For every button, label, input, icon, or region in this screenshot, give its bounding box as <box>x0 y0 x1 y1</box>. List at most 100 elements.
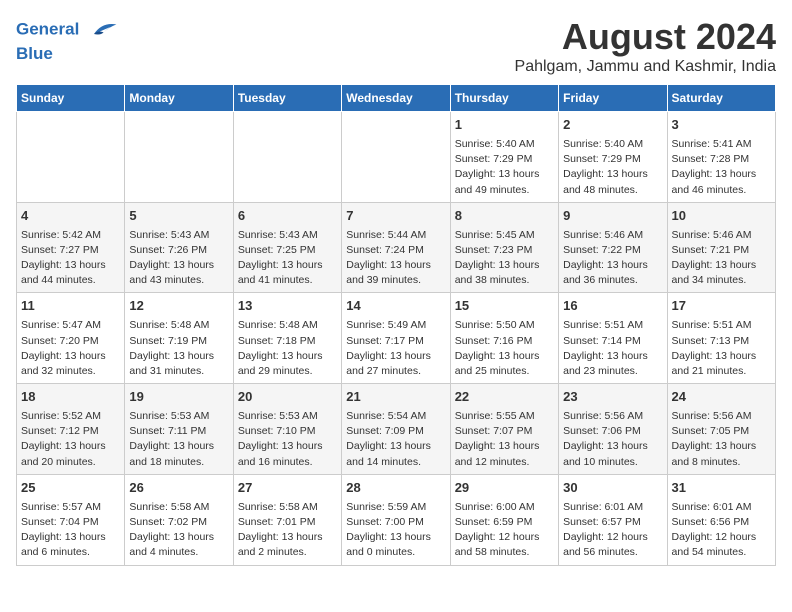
cell-text-line: and 54 minutes. <box>672 545 771 560</box>
cell-text-line: and 41 minutes. <box>238 273 337 288</box>
calendar-cell: 25Sunrise: 5:57 AMSunset: 7:04 PMDayligh… <box>17 474 125 565</box>
calendar-cell: 2Sunrise: 5:40 AMSunset: 7:29 PMDaylight… <box>559 112 667 203</box>
day-number: 12 <box>129 297 228 316</box>
calendar-week-1: 1Sunrise: 5:40 AMSunset: 7:29 PMDaylight… <box>17 112 776 203</box>
day-number: 18 <box>21 388 120 407</box>
cell-text-line: Sunset: 7:13 PM <box>672 334 771 349</box>
calendar-cell: 9Sunrise: 5:46 AMSunset: 7:22 PMDaylight… <box>559 202 667 293</box>
header-tuesday: Tuesday <box>233 85 341 112</box>
cell-text-line: Daylight: 12 hours <box>672 530 771 545</box>
cell-text-line: Daylight: 13 hours <box>672 439 771 454</box>
day-number: 15 <box>455 297 554 316</box>
logo: General Blue <box>16 16 118 64</box>
cell-text-line: Daylight: 13 hours <box>346 439 445 454</box>
cell-text-line: Daylight: 13 hours <box>238 530 337 545</box>
cell-text-line: Sunset: 7:26 PM <box>129 243 228 258</box>
cell-text-line: Sunset: 7:23 PM <box>455 243 554 258</box>
calendar-week-4: 18 Sunrise: 5:52 AMSunset: 7:12 PM Dayligh… <box>17 384 776 475</box>
calendar-cell <box>342 112 450 203</box>
cell-text-line: Sunset: 7:17 PM <box>346 334 445 349</box>
cell-text-line: and 56 minutes. <box>563 545 662 560</box>
cell-text-line: Sunrise: 5:59 AM <box>346 500 445 515</box>
day-number: 20 <box>238 388 337 407</box>
calendar-cell: 17Sunrise: 5:51 AMSunset: 7:13 PMDayligh… <box>667 293 775 384</box>
day-number: 11 <box>21 297 120 316</box>
cell-text-line: Daylight: 13 hours <box>346 530 445 545</box>
cell-text-line: Daylight: 13 hours <box>455 167 554 182</box>
calendar-cell <box>125 112 233 203</box>
cell-text-line: Daylight: 13 hours <box>563 349 662 364</box>
calendar-week-3: 11 Sunrise: 5:47 AMSunset: 7:20 PM Dayligh… <box>17 293 776 384</box>
cell-text-line: Sunrise: 5:48 AM <box>238 318 337 333</box>
calendar-cell: 20Sunrise: 5:53 AMSunset: 7:10 PMDayligh… <box>233 384 341 475</box>
day-number: 24 <box>672 388 771 407</box>
cell-text-line: Daylight: 13 hours <box>672 349 771 364</box>
day-number: 14 <box>346 297 445 316</box>
cell-text-line: and 4 minutes. <box>129 545 228 560</box>
day-number: 8 <box>455 207 554 226</box>
day-number: 13 <box>238 297 337 316</box>
calendar-cell: 10Sunrise: 5:46 AMSunset: 7:21 PMDayligh… <box>667 202 775 293</box>
calendar-cell: 15Sunrise: 5:50 AMSunset: 7:16 PMDayligh… <box>450 293 558 384</box>
cell-text-line: Sunrise: 5:53 AM <box>129 409 228 424</box>
cell-text-line: Daylight: 13 hours <box>455 439 554 454</box>
cell-text-line: and 2 minutes. <box>238 545 337 560</box>
day-number: 16 <box>563 297 662 316</box>
cell-text-line: and 39 minutes. <box>346 273 445 288</box>
cell-text-line: Daylight: 13 hours <box>238 349 337 364</box>
calendar-cell: 14Sunrise: 5:49 AMSunset: 7:17 PMDayligh… <box>342 293 450 384</box>
cell-text-line: Sunset: 7:12 PM <box>21 424 120 439</box>
day-number: 28 <box>346 479 445 498</box>
cell-text-line: Sunrise: 5:49 AM <box>346 318 445 333</box>
calendar-cell: 12Sunrise: 5:48 AMSunset: 7:19 PMDayligh… <box>125 293 233 384</box>
cell-text-line: Daylight: 12 hours <box>563 530 662 545</box>
calendar-cell: 4Sunrise: 5:42 AMSunset: 7:27 PMDaylight… <box>17 202 125 293</box>
cell-text-line: and 31 minutes. <box>129 364 228 379</box>
header-row: Sunday Monday Tuesday Wednesday Thursday… <box>17 85 776 112</box>
calendar-cell: 30Sunrise: 6:01 AMSunset: 6:57 PMDayligh… <box>559 474 667 565</box>
cell-text-line: Sunset: 7:01 PM <box>238 515 337 530</box>
cell-text-line: and 29 minutes. <box>238 364 337 379</box>
header-monday: Monday <box>125 85 233 112</box>
cell-text-line: and 21 minutes. <box>672 364 771 379</box>
cell-text-line: Sunrise: 5:52 AM <box>21 409 120 424</box>
cell-text-line: and 20 minutes. <box>21 455 120 470</box>
cell-text-line: and 38 minutes. <box>455 273 554 288</box>
cell-text-line: Sunset: 7:27 PM <box>21 243 120 258</box>
logo-text-line1: General <box>16 16 118 44</box>
calendar-body: 1Sunrise: 5:40 AMSunset: 7:29 PMDaylight… <box>17 112 776 566</box>
cell-text-line: Daylight: 13 hours <box>672 167 771 182</box>
calendar-week-2: 4Sunrise: 5:42 AMSunset: 7:27 PMDaylight… <box>17 202 776 293</box>
cell-text-line: Sunrise: 5:50 AM <box>455 318 554 333</box>
cell-text-line: Sunset: 7:25 PM <box>238 243 337 258</box>
calendar-cell: 22Sunrise: 5:55 AMSunset: 7:07 PMDayligh… <box>450 384 558 475</box>
cell-text-line: Daylight: 13 hours <box>238 439 337 454</box>
cell-text-line: Daylight: 13 hours <box>21 530 120 545</box>
header-wednesday: Wednesday <box>342 85 450 112</box>
day-number: 23 <box>563 388 662 407</box>
calendar-cell: 19Sunrise: 5:53 AMSunset: 7:11 PMDayligh… <box>125 384 233 475</box>
day-number: 3 <box>672 116 771 135</box>
cell-text-line: Sunset: 7:16 PM <box>455 334 554 349</box>
calendar-cell: 31Sunrise: 6:01 AMSunset: 6:56 PMDayligh… <box>667 474 775 565</box>
cell-text-line: and 16 minutes. <box>238 455 337 470</box>
cell-text-line: Sunrise: 5:45 AM <box>455 228 554 243</box>
calendar-table: Sunday Monday Tuesday Wednesday Thursday… <box>16 84 776 566</box>
header-saturday: Saturday <box>667 85 775 112</box>
cell-text-line: and 34 minutes. <box>672 273 771 288</box>
cell-text-line: Sunrise: 5:47 AM <box>21 318 120 333</box>
cell-text-line: Daylight: 13 hours <box>346 258 445 273</box>
cell-text-line: Sunset: 7:10 PM <box>238 424 337 439</box>
cell-text-line: and 23 minutes. <box>563 364 662 379</box>
day-number: 7 <box>346 207 445 226</box>
cell-text-line: Sunrise: 5:43 AM <box>129 228 228 243</box>
cell-text-line: Daylight: 13 hours <box>129 439 228 454</box>
day-number: 19 <box>129 388 228 407</box>
cell-text-line: Sunrise: 5:58 AM <box>129 500 228 515</box>
cell-text-line: Sunset: 7:20 PM <box>21 334 120 349</box>
cell-text-line: and 10 minutes. <box>563 455 662 470</box>
cell-text-line: Daylight: 13 hours <box>129 349 228 364</box>
cell-text-line: and 36 minutes. <box>563 273 662 288</box>
cell-text-line: and 25 minutes. <box>455 364 554 379</box>
cell-text-line: Sunset: 6:56 PM <box>672 515 771 530</box>
